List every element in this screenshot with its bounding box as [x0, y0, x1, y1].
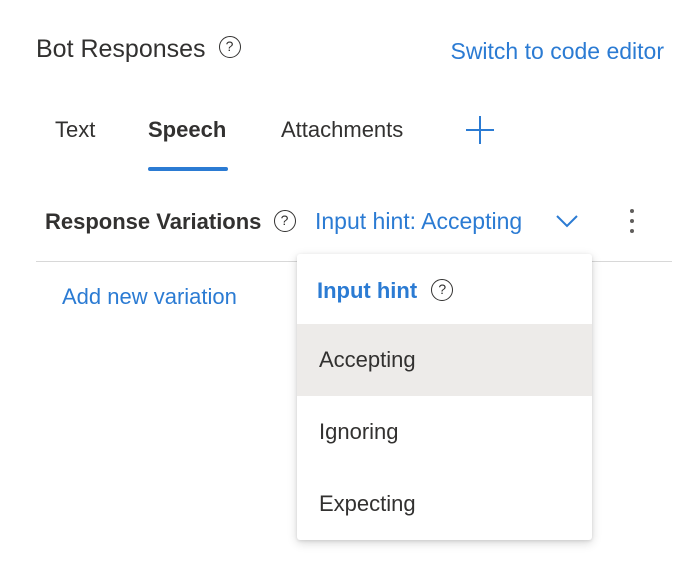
help-icon[interactable]: ? [273, 210, 296, 233]
page-title-text: Bot Responses [36, 35, 206, 63]
response-variations-text: Response Variations [45, 209, 262, 234]
add-tab-button[interactable] [462, 112, 498, 148]
chevron-down-icon [556, 215, 578, 228]
help-icon[interactable]: ? [431, 279, 454, 302]
input-hint-menu-header: Input hint ? [317, 276, 454, 306]
add-new-variation-link[interactable]: Add new variation [62, 282, 237, 312]
active-tab-indicator [148, 167, 228, 171]
switch-to-code-editor-link[interactable]: Switch to code editor [450, 36, 664, 66]
response-tabs: Text Speech Attachments [36, 110, 536, 174]
input-hint-dropdown-toggle[interactable] [554, 210, 580, 232]
more-options-button[interactable] [620, 206, 644, 236]
input-hint-menu: Input hint ? Accepting Ignoring Expectin… [297, 254, 592, 540]
menu-item-ignoring[interactable]: Ignoring [297, 396, 592, 468]
plus-icon [466, 116, 494, 144]
tab-attachments[interactable]: Attachments [281, 110, 403, 150]
menu-item-expecting[interactable]: Expecting [297, 468, 592, 540]
input-hint-dropdown-trigger[interactable]: Input hint: Accepting [315, 204, 522, 238]
input-hint-menu-title: Input hint [317, 278, 418, 303]
page-title: Bot Responses ? [36, 32, 241, 66]
menu-item-accepting[interactable]: Accepting [297, 324, 592, 396]
response-variations-label: Response Variations ? [45, 205, 296, 239]
tab-text[interactable]: Text [55, 110, 95, 150]
more-vertical-icon [630, 209, 634, 233]
tab-speech[interactable]: Speech [148, 110, 226, 150]
help-icon[interactable]: ? [218, 36, 241, 59]
